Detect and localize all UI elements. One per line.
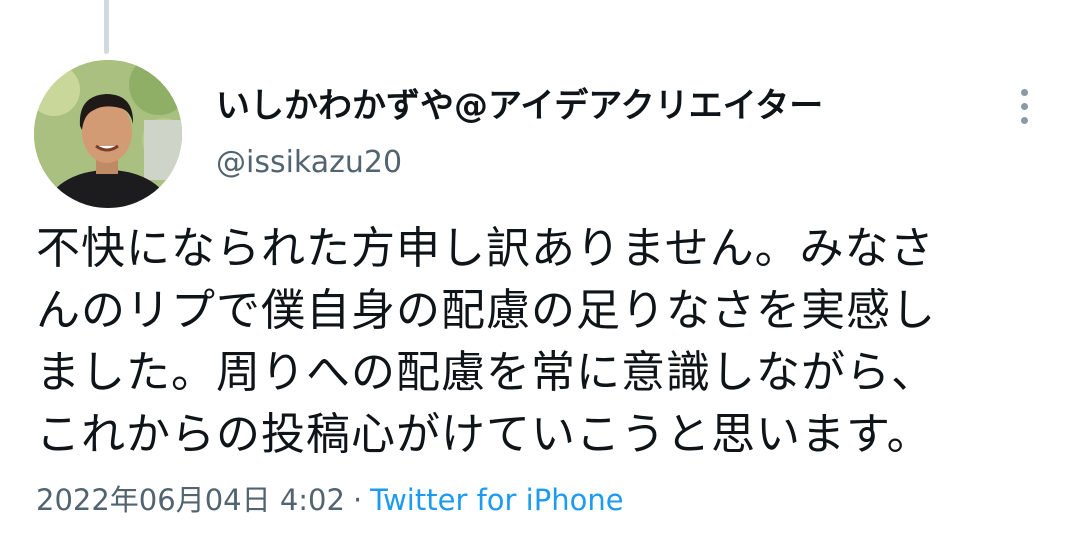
tweet-metadata: 2022年06月04日 4:02 · Twitter for iPhone <box>36 480 624 520</box>
meta-separator: · <box>352 483 363 517</box>
author-handle[interactable]: @issikazu20 <box>216 143 402 183</box>
avatar-photo <box>34 60 182 208</box>
tweet-text-line: これからの投稿心がけていこうと思います。 <box>36 409 932 460</box>
tweet-text: 不快になられた方申し訳ありません。みなさ んのリプで僕自身の配慮の足りなさを実感… <box>36 218 1046 466</box>
more-vertical-icon-dot <box>1020 102 1028 110</box>
more-vertical-icon-dot <box>1020 116 1028 124</box>
author-display-name[interactable]: いしかわかずや@アイデアクリエイター <box>216 84 823 128</box>
more-vertical-icon <box>1020 88 1028 96</box>
thread-connector-line <box>104 0 109 54</box>
tweet-source-link[interactable]: Twitter for iPhone <box>370 483 623 517</box>
tweet-text-line: んのリプで僕自身の配慮の足りなさを実感し <box>36 285 936 336</box>
tweet-timestamp[interactable]: 2022年06月04日 4:02 <box>36 483 345 517</box>
more-options-button[interactable] <box>1008 84 1040 128</box>
avatar[interactable] <box>34 60 182 208</box>
tweet-text-line: ました。周りへの配慮を常に意識しながら、 <box>36 347 936 398</box>
tweet-text-line: 不快になられた方申し訳ありません。みなさ <box>36 223 935 274</box>
